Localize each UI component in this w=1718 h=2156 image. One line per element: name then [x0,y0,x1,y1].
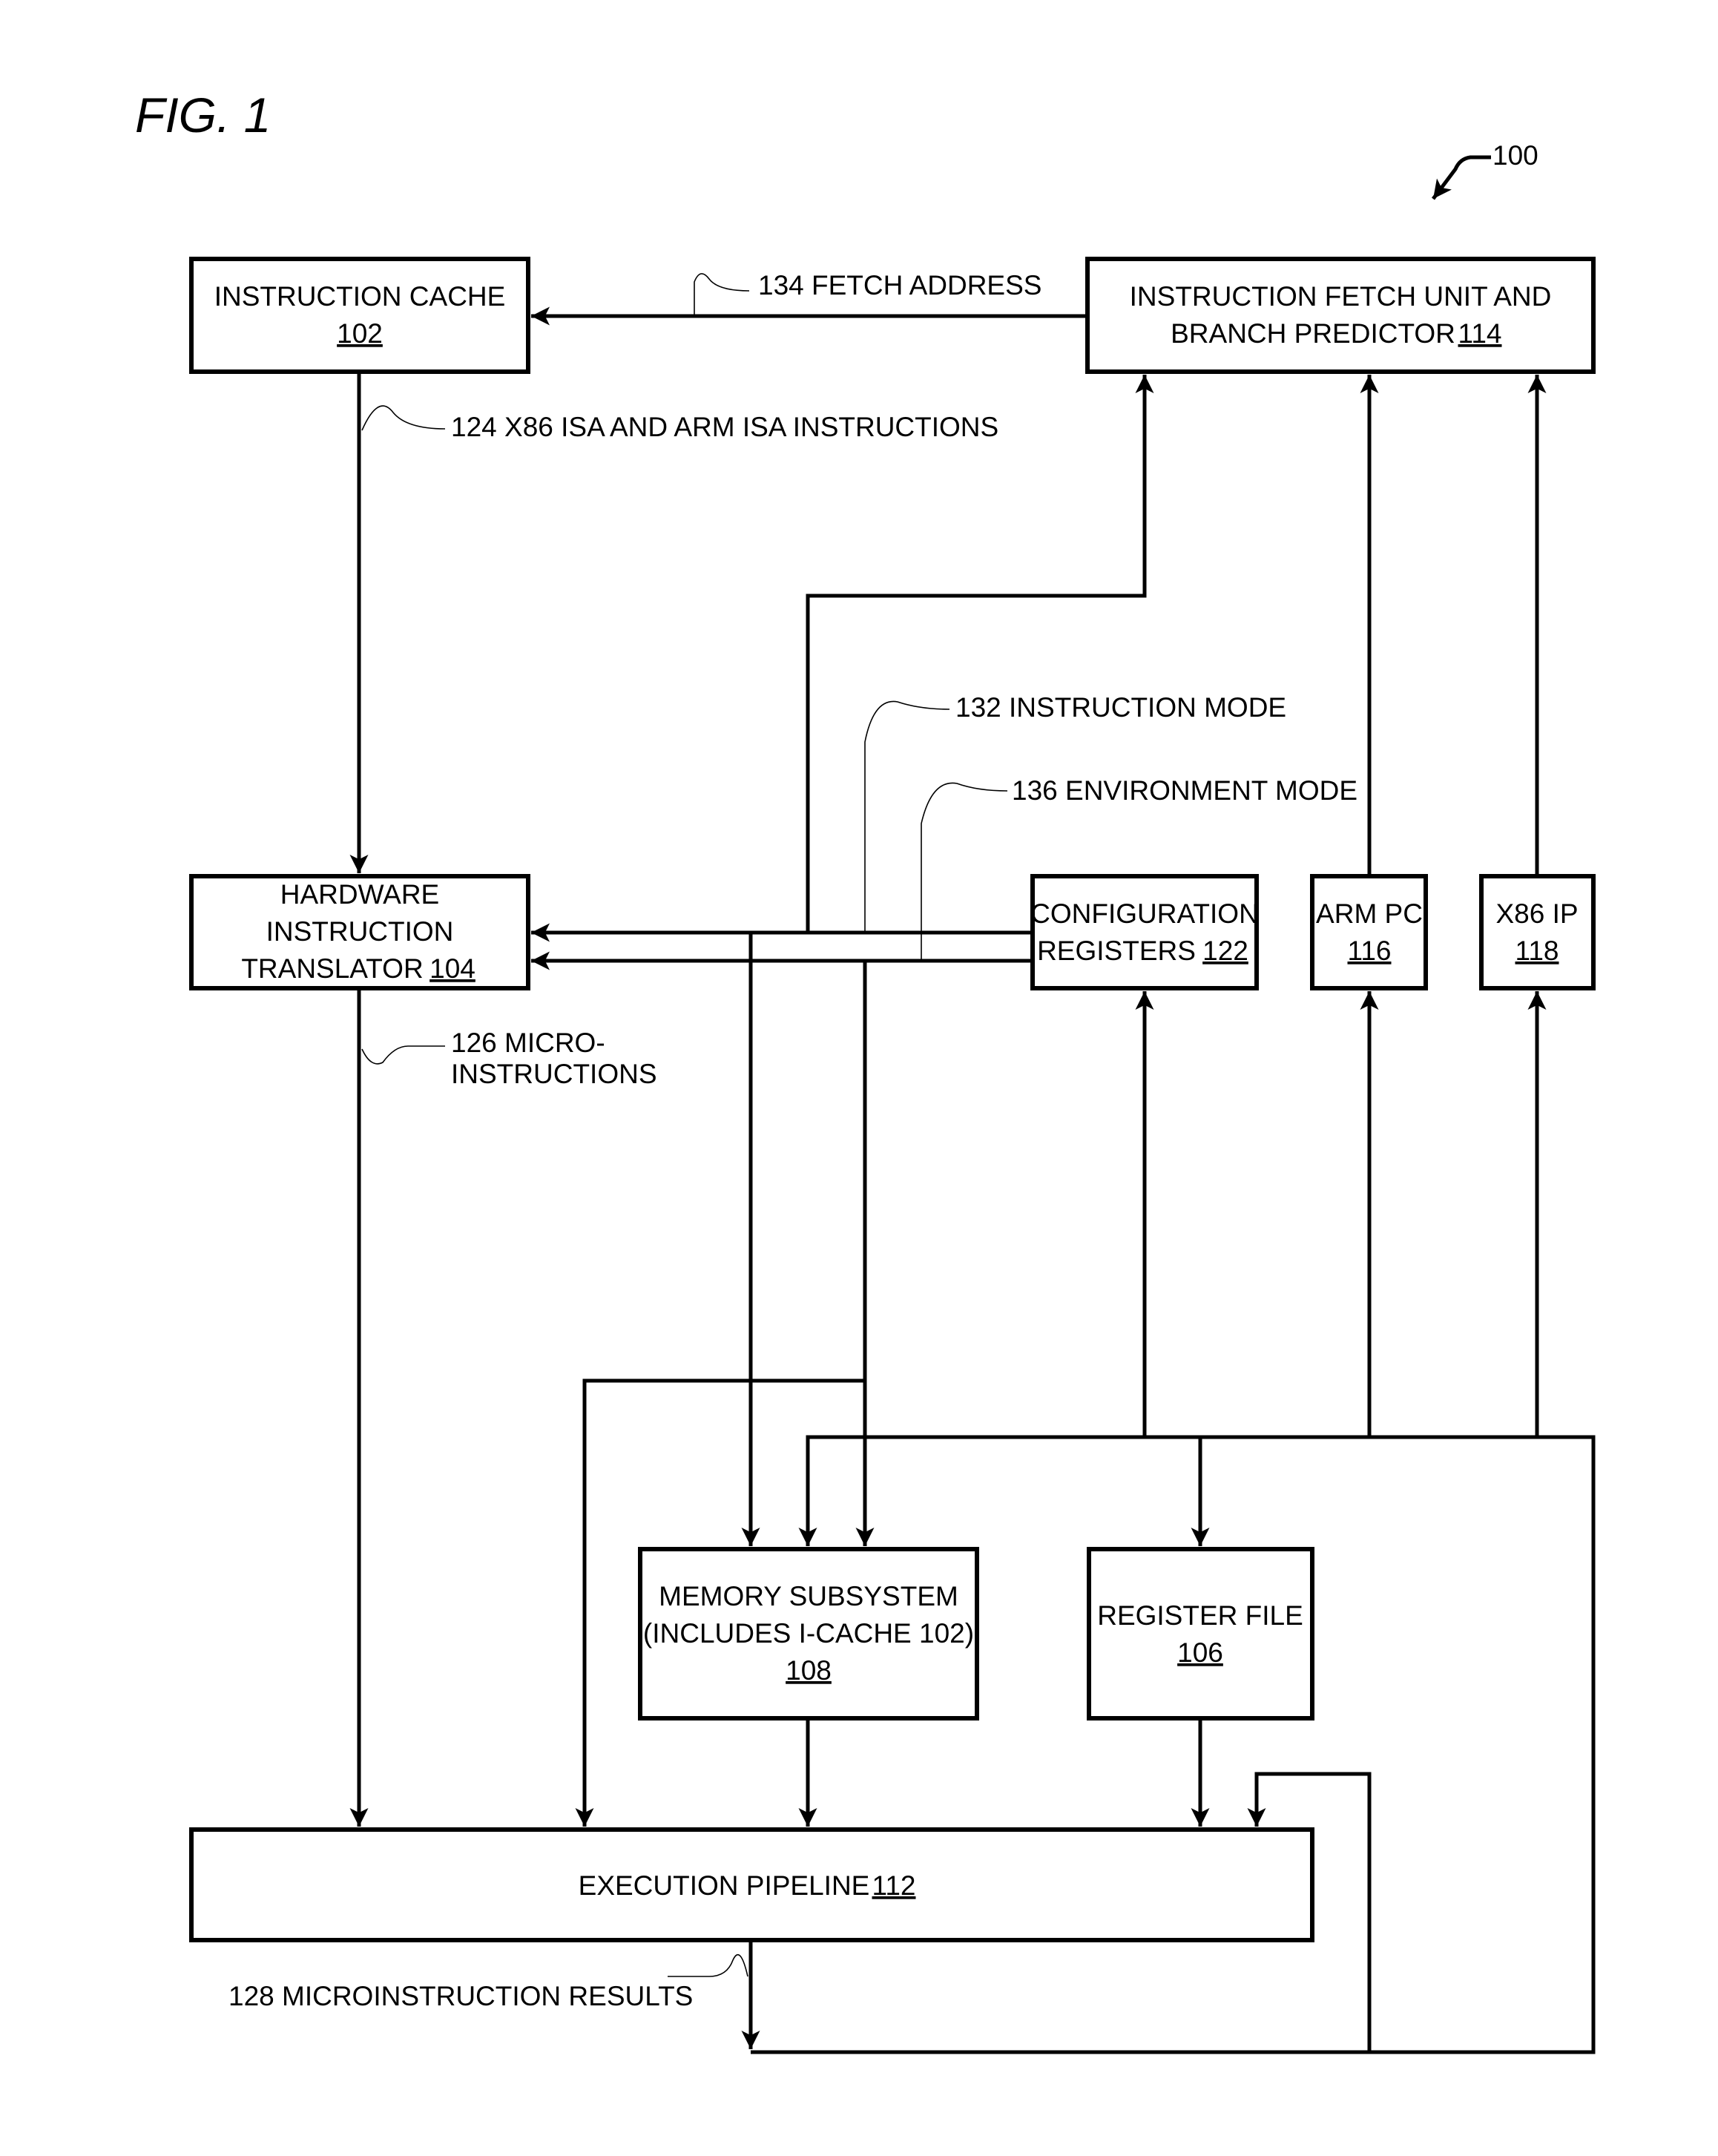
fetch-unit-block: INSTRUCTION FETCH UNIT AND BRANCH PREDIC… [1085,257,1596,374]
memory-subsystem-block: MEMORY SUBSYSTEM (INCLUDES I-CACHE 102) … [638,1547,979,1720]
hw-translator-label-1: HARDWARE [280,879,439,910]
label-micro-instructions-1: 126 MICRO- [451,1028,605,1058]
execution-pipeline-label: EXECUTION PIPELINE [579,1870,870,1901]
arm-pc-label: ARM PC [1316,898,1423,929]
memory-subsystem-label-1: MEMORY SUBSYSTEM [659,1581,958,1611]
wire-results-bus [751,1435,1596,2054]
config-registers-label-1: CONFIGURATION [1030,898,1259,929]
execution-pipeline-block: EXECUTION PIPELINE 112 [189,1827,1314,1942]
reference-arrow [1432,155,1491,200]
memory-subsystem-ref: 108 [786,1655,832,1686]
hw-translator-label-3: TRANSLATOR [241,953,423,984]
instruction-cache-ref: 102 [337,318,383,349]
hardware-translator-block: HARDWARE INSTRUCTION TRANSLATOR 104 [189,874,530,990]
register-file-label: REGISTER FILE [1097,1600,1303,1631]
register-file-block: REGISTER FILE 106 [1087,1547,1314,1720]
label-environment-mode: 136 ENVIRONMENT MODE [1012,775,1357,806]
instruction-cache-label: INSTRUCTION CACHE [214,281,506,312]
hw-translator-ref: 104 [430,953,475,984]
wire-config-to-fetch [806,375,1154,933]
execution-pipeline-ref: 112 [872,1870,916,1901]
label-fetch-address: 134 FETCH ADDRESS [758,270,1041,300]
instruction-cache-block: INSTRUCTION CACHE 102 [189,257,530,374]
label-results: 128 MICROINSTRUCTION RESULTS [228,1981,693,2011]
figure-title: FIG. 1 [135,88,271,142]
figure-reference: 100 [1492,140,1538,171]
config-registers-label-2: REGISTERS [1037,936,1196,966]
fetch-unit-label-1: INSTRUCTION FETCH UNIT AND [1130,281,1552,312]
x86-ip-ref: 118 [1515,936,1559,966]
block-diagram: FIG. 1 100 134 FETCH ADDRESS 124 X86 ISA… [135,88,1596,2054]
fetch-unit-ref: 114 [1458,318,1502,349]
label-instruction-mode: 132 INSTRUCTION MODE [955,692,1286,723]
register-file-ref: 106 [1177,1637,1223,1668]
leader-micro-instructions [361,1045,445,1065]
label-isa-instructions: 124 X86 ISA AND ARM ISA INSTRUCTIONS [451,412,998,442]
arm-pc-block: ARM PC 116 [1310,874,1428,990]
x86-ip-block: X86 IP 118 [1479,874,1596,990]
leader-results [668,1953,748,1977]
fetch-unit-label-2: BRANCH PREDICTOR [1171,318,1455,349]
x86-ip-label: X86 IP [1495,898,1578,929]
leader-fetch-address [694,273,750,316]
config-registers-block: CONFIGURATION REGISTERS 122 [1030,874,1259,990]
hw-translator-label-2: INSTRUCTION [266,916,454,947]
leader-isa-instructions [361,405,446,431]
config-registers-ref: 122 [1202,936,1248,966]
label-micro-instructions-2: INSTRUCTIONS [451,1059,657,1089]
leader-instruction-mode [864,700,950,933]
arm-pc-ref: 116 [1348,936,1392,966]
memory-subsystem-label-2: (INCLUDES I-CACHE 102) [643,1618,974,1649]
